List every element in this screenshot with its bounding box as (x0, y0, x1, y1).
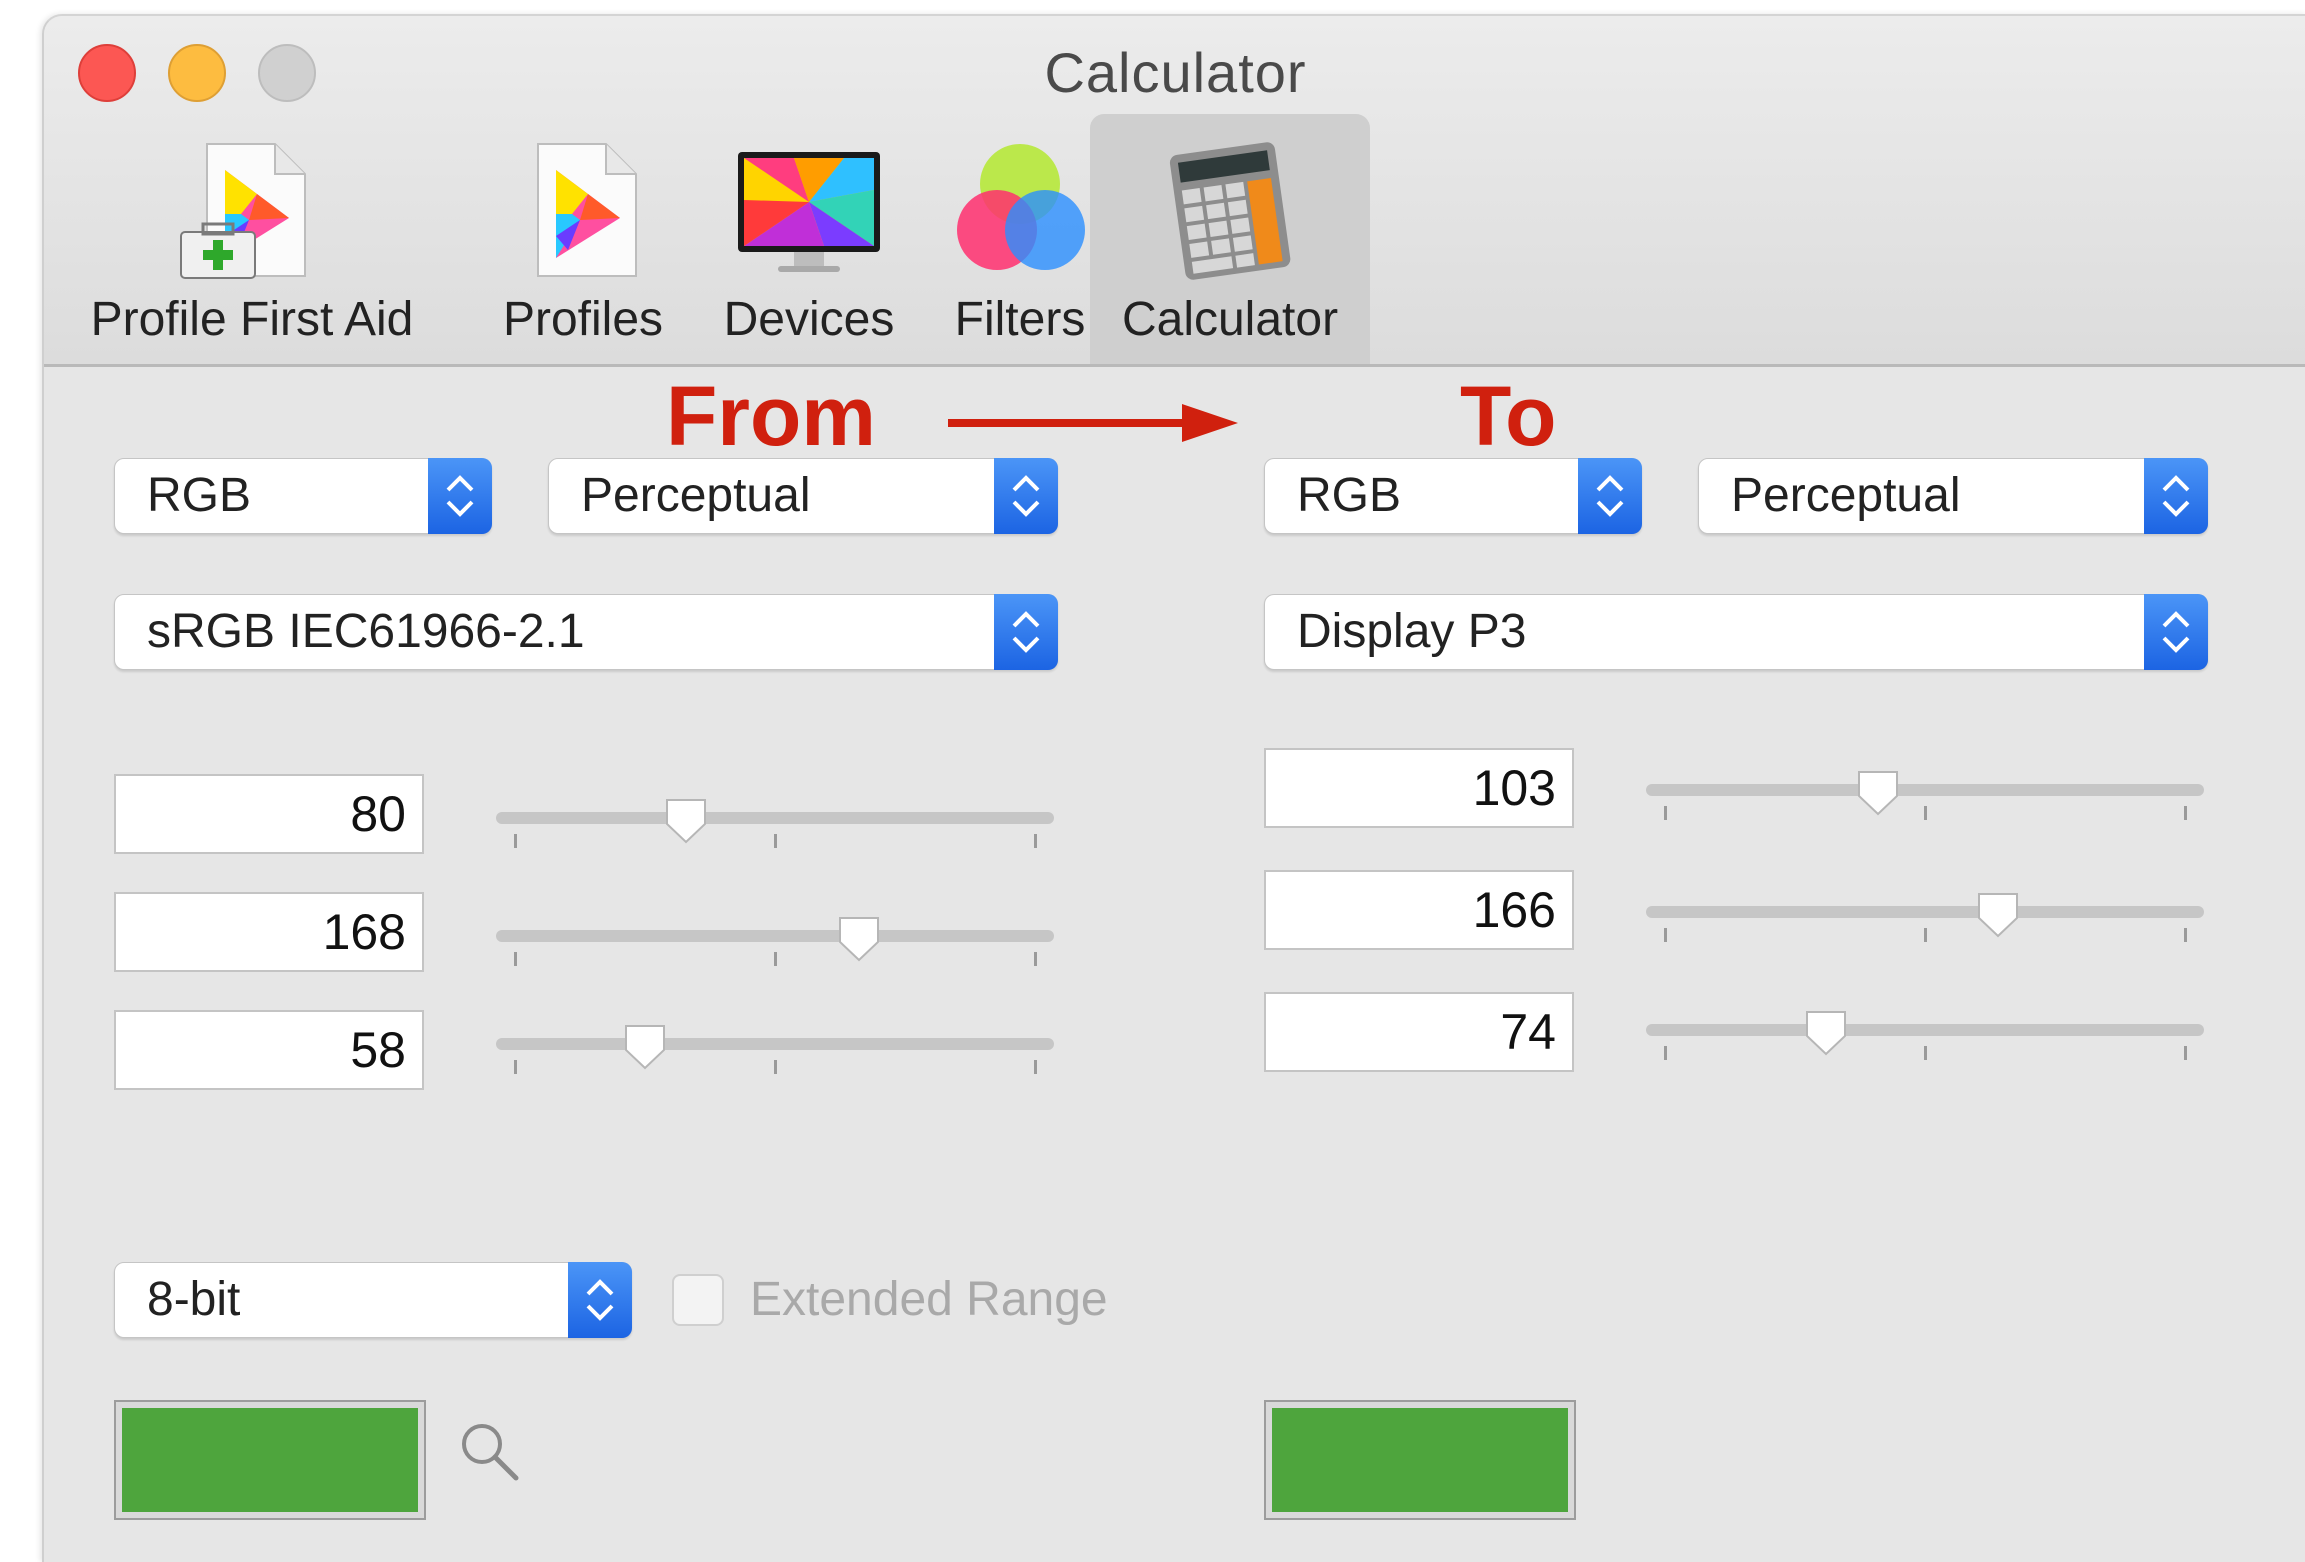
to-profile-value: Display P3 (1297, 605, 1527, 658)
field-value: 168 (322, 904, 406, 960)
to-color-space-value: RGB (1297, 469, 1402, 522)
from-color-space-popup[interactable]: RGB (114, 458, 492, 534)
calculator-window: Calculator Profile First Aid Profiles De… (42, 14, 2305, 1562)
from-channel-1-field[interactable]: 80 (114, 774, 424, 854)
field-value: 58 (350, 1022, 406, 1078)
to-channel-2-slider[interactable] (1646, 890, 2204, 942)
field-value: 80 (350, 786, 406, 842)
from-channel-1-slider[interactable] (496, 796, 1054, 848)
bit-depth-value: 8-bit (147, 1273, 241, 1326)
color-filters-icon (957, 144, 1085, 270)
slider-knob[interactable] (1855, 768, 1901, 818)
toolbar-item-label: Profile First Aid (90, 293, 414, 346)
from-profile-popup[interactable]: sRGB IEC61966-2.1 (114, 594, 1058, 670)
profiles-icon (537, 143, 637, 277)
toolbar-item-profile-first-aid[interactable]: Profile First Aid (62, 114, 442, 364)
field-value: 166 (1472, 882, 1556, 938)
toolbar-item-profiles[interactable]: Profiles (478, 114, 688, 364)
field-value: 103 (1472, 760, 1556, 816)
to-annotation: To (1460, 369, 1557, 463)
window-toolbar: Calculator Profile First Aid Profiles De… (44, 16, 2305, 367)
chevron-updown-icon (2144, 594, 2208, 670)
to-color-space-popup[interactable]: RGB (1264, 458, 1642, 534)
slider-knob[interactable] (836, 914, 882, 964)
chevron-updown-icon (568, 1262, 632, 1338)
to-profile-popup[interactable]: Display P3 (1264, 594, 2208, 670)
window-title: Calculator (1044, 41, 1307, 104)
to-intent-popup[interactable]: Perceptual (1698, 458, 2208, 534)
to-color-swatch (1264, 1400, 1576, 1520)
slider-knob[interactable] (622, 1022, 668, 1072)
extended-range-label: Extended Range (750, 1273, 1108, 1326)
to-channel-3-field[interactable]: 74 (1264, 992, 1574, 1072)
toolbar-item-calculator[interactable]: Calculator (1090, 114, 1370, 364)
from-channel-2-field[interactable]: 168 (114, 892, 424, 972)
toolbar-item-devices[interactable]: Devices (694, 114, 924, 364)
from-channel-3-field[interactable]: 58 (114, 1010, 424, 1090)
from-color-space-value: RGB (147, 469, 252, 522)
chevron-updown-icon (2144, 458, 2208, 534)
from-channel-3-slider[interactable] (496, 1022, 1054, 1074)
chevron-updown-icon (994, 594, 1058, 670)
to-intent-value: Perceptual (1731, 469, 1961, 522)
arrow-right-icon (948, 404, 1238, 442)
from-channel-2-slider[interactable] (496, 914, 1054, 966)
to-channel-2-field[interactable]: 166 (1264, 870, 1574, 950)
calculator-icon (1169, 142, 1291, 280)
magnifier-icon[interactable] (458, 1420, 522, 1484)
chevron-updown-icon (428, 458, 492, 534)
from-intent-value: Perceptual (581, 469, 811, 522)
toolbar-item-label: Calculator (1121, 293, 1339, 346)
toolbar-item-label: Profiles (502, 293, 664, 346)
chevron-updown-icon (1578, 458, 1642, 534)
slider-knob[interactable] (663, 796, 709, 846)
from-color-swatch[interactable] (114, 1400, 426, 1520)
to-channel-1-slider[interactable] (1646, 768, 2204, 820)
from-annotation: From (666, 369, 876, 463)
to-channel-1-field[interactable]: 103 (1264, 748, 1574, 828)
toolbar-item-label: Devices (723, 293, 895, 346)
field-value: 74 (1500, 1004, 1556, 1060)
display-icon (738, 152, 880, 272)
bit-depth-popup[interactable]: 8-bit (114, 1262, 632, 1338)
from-profile-value: sRGB IEC61966-2.1 (147, 605, 585, 658)
from-intent-popup[interactable]: Perceptual (548, 458, 1058, 534)
chevron-updown-icon (994, 458, 1058, 534)
extended-range-checkbox[interactable] (672, 1274, 724, 1326)
to-channel-3-slider[interactable] (1646, 1008, 2204, 1060)
slider-knob[interactable] (1975, 890, 2021, 940)
profile-first-aid-icon (180, 143, 306, 279)
slider-knob[interactable] (1803, 1008, 1849, 1058)
